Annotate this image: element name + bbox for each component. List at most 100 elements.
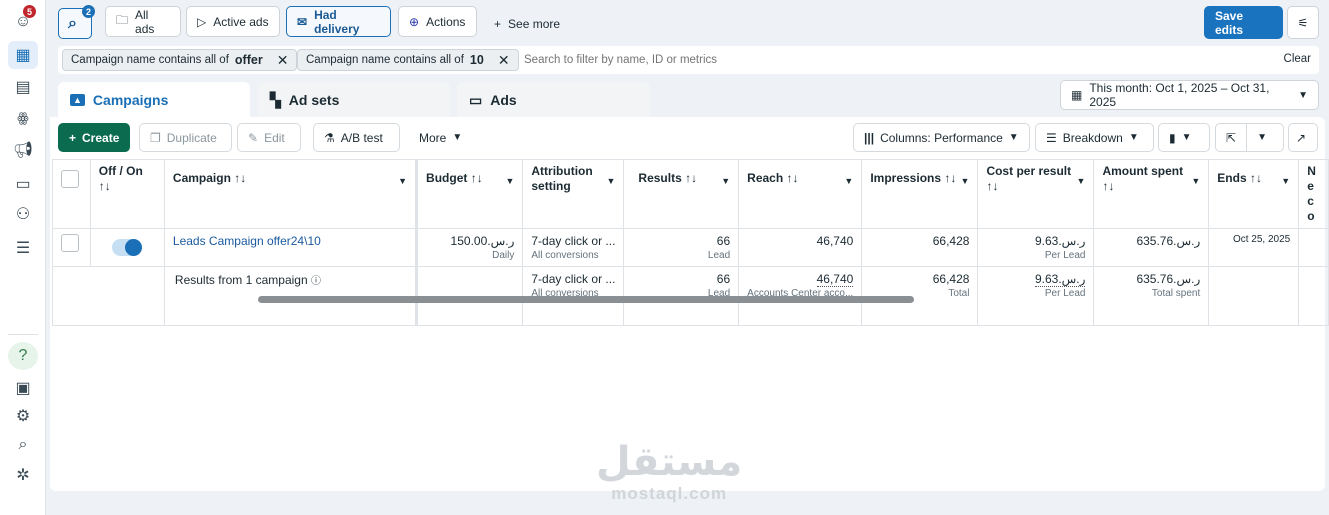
campaigns-folder-icon: ▲	[70, 94, 85, 106]
actions-button[interactable]: ⊕ Actions	[398, 6, 477, 37]
sort-icon[interactable]: ↑↓	[99, 179, 111, 193]
columns-button[interactable]: ||| Columns: Performance ▼	[853, 123, 1030, 152]
tab-ad-sets[interactable]: ▚ Ad sets	[258, 82, 450, 118]
see-more-label: See more	[508, 16, 561, 31]
header-label: Budget	[426, 171, 468, 185]
header-amount-spent[interactable]: Amount spent ↑↓ ▼	[1093, 159, 1210, 229]
chevron-down-icon[interactable]: ▼	[1281, 174, 1290, 189]
sort-icon[interactable]: ↑↓	[685, 171, 697, 185]
search-filter-button[interactable]: ⌕ 2	[58, 5, 95, 39]
cost-cell: ر.س.9.63 Per Lead	[977, 228, 1095, 267]
filter-chip[interactable]: Campaign name contains all of 10 ✕	[297, 49, 519, 71]
results-value: 66	[716, 272, 731, 286]
chip-label: Campaign name contains all of	[306, 54, 464, 66]
billing-icon[interactable]: ▭	[8, 170, 38, 198]
amount-value: ر.س.635.76	[1136, 234, 1201, 248]
chevron-down-icon[interactable]: ▼	[1077, 174, 1086, 189]
header-campaign[interactable]: Campaign ↑↓ ▼	[163, 159, 418, 229]
header-impressions[interactable]: Impressions ↑↓ ▼	[861, 159, 979, 229]
search-icon[interactable]: ⌕	[8, 431, 38, 459]
profile-icon[interactable]: ☺ 5	[8, 5, 38, 36]
sort-icon[interactable]: ↑↓	[1250, 171, 1262, 185]
active-ads-button[interactable]: ▷ Active ads	[186, 6, 280, 37]
tab-label: Campaigns	[92, 92, 169, 108]
tab-label: Ad sets	[288, 92, 340, 108]
chevron-down-icon[interactable]: ▼	[1191, 174, 1200, 189]
table-row[interactable]: Leads Campaign offer24\10 ر.س.150.00 Dail…	[52, 228, 1329, 267]
accounts-icon[interactable]: ⚇	[8, 200, 38, 228]
charts-button[interactable]: ↗	[1288, 123, 1318, 152]
pages-icon[interactable]: ▤	[8, 73, 38, 101]
create-button[interactable]: + Create	[58, 123, 131, 152]
edit-button[interactable]: ✎ Edit	[237, 123, 301, 152]
date-range-label: This month: Oct 1, 2025 – Oct 31, 2025	[1089, 81, 1270, 109]
close-icon[interactable]: ✕	[277, 52, 289, 69]
select-all-cell	[52, 159, 91, 229]
sort-icon[interactable]: ↑↓	[986, 179, 998, 193]
header-reach[interactable]: Reach ↑↓ ▼	[738, 159, 863, 229]
audiences-icon[interactable]: ꙮ	[8, 104, 38, 132]
actions-label: Actions	[426, 14, 466, 29]
campaign-link[interactable]: Leads Campaign offer24\10	[173, 234, 321, 248]
row-checkbox[interactable]	[61, 234, 79, 252]
summary-cost-cell: ر.س.9.63 Per Lead	[977, 266, 1095, 326]
duplicate-button[interactable]: ❐ Duplicate	[139, 123, 232, 152]
more-button[interactable]: More ▼	[409, 123, 473, 152]
create-label: Create	[82, 130, 120, 145]
filter-chip[interactable]: Campaign name contains all of offer ✕	[62, 49, 298, 71]
sort-icon[interactable]: ↑↓	[787, 171, 799, 185]
menu-icon[interactable]: ☰	[8, 234, 38, 262]
settings-sliders-button[interactable]: ⚟	[1287, 6, 1319, 39]
chip-label: Campaign name contains all of	[71, 54, 229, 66]
save-edits-button[interactable]: Save edits	[1204, 6, 1283, 39]
reports-button[interactable]: ▮ ▼	[1158, 123, 1210, 152]
tab-ads[interactable]: ▭ Ads	[457, 82, 650, 118]
campaigns-table-icon[interactable]: ▦	[8, 41, 38, 69]
header-label: Ne co	[1307, 164, 1316, 223]
divider	[1246, 124, 1248, 151]
ab-test-button[interactable]: ⚗ A/B test	[313, 123, 400, 152]
chevron-down-icon[interactable]: ▼	[844, 174, 853, 189]
chevron-down-icon[interactable]: ▼	[961, 174, 970, 189]
sort-icon[interactable]: ↑↓	[944, 171, 956, 185]
toggle-cell	[89, 228, 165, 267]
megaphone-icon[interactable]: 📢︎	[8, 136, 38, 164]
sort-icon[interactable]: ↑↓	[234, 171, 246, 185]
tab-campaigns[interactable]: ▲ Campaigns	[58, 82, 250, 118]
chevron-down-icon[interactable]: ▼	[606, 174, 615, 189]
chevron-down-icon[interactable]: ▼	[721, 174, 730, 189]
sort-icon[interactable]: ↑↓	[1102, 179, 1114, 193]
chevron-down-icon[interactable]: ▼	[505, 174, 514, 189]
budget-sub: Daily	[492, 250, 515, 261]
sort-icon[interactable]: ↑↓	[471, 171, 483, 185]
header-next[interactable]: Ne co	[1298, 159, 1329, 229]
all-ads-button[interactable]: 🗀 All ads	[105, 6, 181, 37]
header-results[interactable]: Results ↑↓ ▼	[623, 159, 740, 229]
chevron-down-icon[interactable]: ▼	[398, 174, 407, 189]
had-delivery-button[interactable]: ✉ Had delivery	[286, 6, 391, 37]
select-all-checkbox[interactable]	[61, 170, 79, 188]
info-icon[interactable]: ⓘ	[311, 276, 321, 287]
pencil-icon: ✎	[248, 130, 259, 145]
header-attribution[interactable]: Attribution setting ▼	[522, 159, 625, 229]
campaign-toggle[interactable]	[112, 239, 143, 256]
export-button[interactable]: ⇱ ▼	[1215, 123, 1284, 152]
header-ends[interactable]: Ends ↑↓ ▼	[1208, 159, 1300, 229]
news-icon[interactable]: ▣	[8, 374, 38, 402]
header-toggle[interactable]: Off / On ↑↓	[89, 159, 165, 229]
date-range-picker[interactable]: ▦ This month: Oct 1, 2025 – Oct 31, 2025 ▼	[1060, 80, 1319, 110]
breakdown-button[interactable]: ☰ Breakdown ▼	[1035, 123, 1154, 152]
bug-icon[interactable]: ✲	[8, 461, 38, 489]
clear-button[interactable]: Clear	[1284, 53, 1311, 65]
settings-icon[interactable]: ⚙	[8, 402, 38, 430]
duplicate-label: Duplicate	[166, 130, 217, 145]
header-cost-per-result[interactable]: Cost per result ↑↓ ▼	[977, 159, 1095, 229]
summary-empty	[52, 266, 165, 326]
header-label: Cost per result	[986, 164, 1072, 178]
help-icon[interactable]: ?	[8, 342, 38, 370]
header-budget[interactable]: Budget ↑↓ ▼	[415, 159, 524, 229]
close-icon[interactable]: ✕	[498, 52, 510, 69]
horizontal-scrollbar[interactable]	[258, 296, 914, 303]
see-more-button[interactable]: + See more	[484, 8, 570, 39]
filter-search-input[interactable]	[524, 50, 1124, 70]
